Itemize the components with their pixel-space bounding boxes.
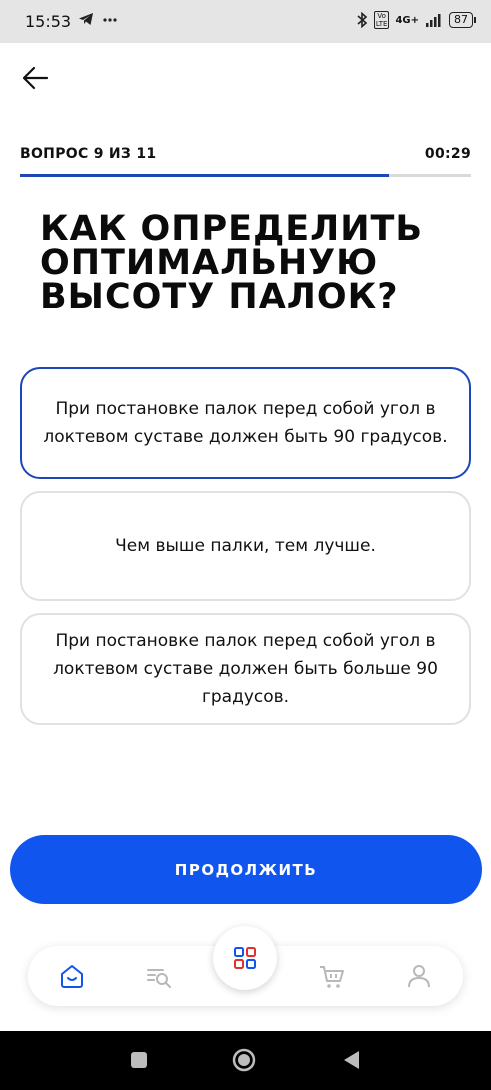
progress-header: ВОПРОС 9 ИЗ 11 00:29	[20, 146, 471, 162]
catalog-button[interactable]	[213, 926, 277, 990]
network-type: 4G+	[395, 14, 419, 26]
status-time: 15:53	[25, 12, 72, 31]
bluetooth-icon	[357, 11, 368, 29]
signal-icon	[426, 14, 441, 27]
progress-bar-fill	[20, 174, 389, 177]
continue-button[interactable]: ПРОДОЛЖИТЬ	[10, 835, 482, 904]
catalog-grid-icon	[234, 947, 256, 969]
answer-option-1[interactable]: При постановке палок перед собой угол в …	[20, 367, 471, 479]
battery-indicator: 87	[449, 12, 476, 28]
home-icon[interactable]	[58, 962, 86, 990]
answer-option-text: Чем выше палки, тем лучше.	[115, 536, 376, 556]
answer-option-text: При постановке палок перед собой угол в …	[53, 631, 438, 707]
recent-apps-icon[interactable]	[127, 1048, 151, 1072]
cart-icon[interactable]	[318, 962, 346, 990]
answer-option-3[interactable]: При постановке палок перед собой угол в …	[20, 613, 471, 725]
more-dots-icon	[103, 18, 117, 22]
back-button-icon[interactable]	[340, 1048, 364, 1072]
home-button-icon[interactable]	[232, 1048, 256, 1072]
system-navigation-bar	[0, 1031, 491, 1090]
answer-option-text: При постановке палок перед собой угол в …	[43, 399, 448, 447]
question-counter: ВОПРОС 9 ИЗ 11	[20, 146, 157, 162]
status-bar: 15:53 Vo LTE 4G+ 87	[0, 0, 491, 43]
progress-bar	[20, 174, 471, 177]
answer-option-2[interactable]: Чем выше палки, тем лучше.	[20, 491, 471, 601]
profile-icon[interactable]	[405, 962, 433, 990]
volte-badge: Vo LTE	[373, 11, 390, 29]
timer: 00:29	[424, 146, 471, 162]
back-arrow-icon[interactable]	[20, 62, 52, 94]
question-title: КАК ОПРЕДЕЛИТЬ ОПТИМАЛЬНУЮ ВЫСОТУ ПАЛОК?	[40, 209, 424, 317]
search-list-icon[interactable]	[145, 962, 173, 990]
telegram-icon	[79, 13, 93, 25]
answer-options: При постановке палок перед собой угол в …	[20, 367, 471, 737]
